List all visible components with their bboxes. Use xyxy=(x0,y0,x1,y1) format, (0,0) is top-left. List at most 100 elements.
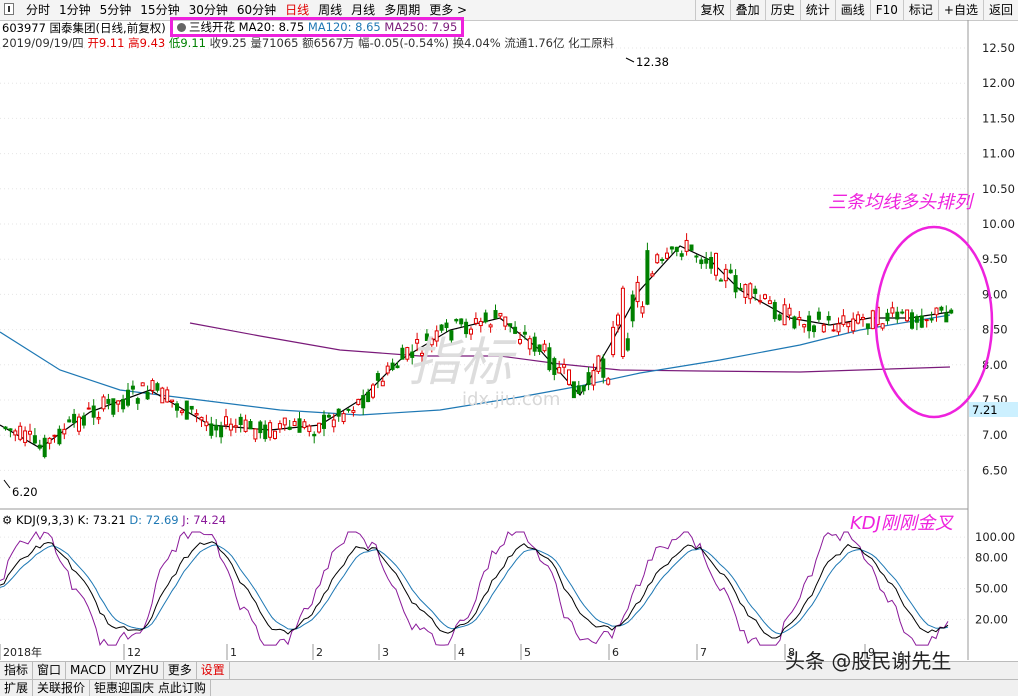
y-tick-label: 12.50 xyxy=(982,41,1015,55)
kdj-d-line xyxy=(0,544,949,635)
kdj-axis-label: 80.00 xyxy=(975,551,1008,565)
x-tick-label: 2018年 xyxy=(3,645,42,659)
candle-body xyxy=(488,324,493,328)
candle-body xyxy=(121,398,126,410)
candle-body xyxy=(714,252,718,276)
y-tick-label: 11.50 xyxy=(982,111,1015,125)
candle-body xyxy=(660,258,665,261)
candle-body xyxy=(439,324,444,331)
candle-body xyxy=(758,300,763,303)
tab-settings[interactable]: 设置 xyxy=(197,662,230,679)
candle-body xyxy=(380,380,385,387)
y-tick-label: 9.00 xyxy=(982,287,1008,301)
candle-body xyxy=(395,365,400,369)
candle-body xyxy=(273,430,277,439)
kdj-k-line xyxy=(0,541,949,639)
candle-body xyxy=(493,310,498,319)
candle-body xyxy=(86,407,91,410)
candle-body xyxy=(346,408,351,411)
candle-body xyxy=(748,283,753,300)
candle-body xyxy=(77,416,81,432)
candle-body xyxy=(155,383,160,391)
candle-body xyxy=(885,312,890,322)
candle-body xyxy=(179,410,184,414)
candle-body xyxy=(361,395,366,409)
candle-body xyxy=(674,246,679,252)
candle-body xyxy=(483,312,488,323)
candle-body xyxy=(165,389,170,403)
candle-body xyxy=(905,309,910,322)
x-tick-label: 6 xyxy=(612,646,619,659)
candle-body xyxy=(821,324,826,333)
highlight-ellipse xyxy=(874,225,994,419)
tab-more-indicators[interactable]: 更多 xyxy=(164,662,197,679)
x-tick-label: 2 xyxy=(316,646,323,659)
candle-body xyxy=(836,323,841,333)
current-price-label: 7.21 xyxy=(972,403,998,417)
candle-body xyxy=(816,311,821,320)
candle-body xyxy=(640,306,645,314)
candle-body xyxy=(126,389,130,406)
candle-body xyxy=(199,416,204,421)
candle-body xyxy=(532,336,537,352)
kdj-title: KDJ(9,3,3) xyxy=(15,513,74,527)
ma-annotation: 三条均线多头排列 xyxy=(828,192,975,213)
candle-body xyxy=(209,423,214,436)
y-tick-label: 6.50 xyxy=(982,463,1008,477)
candle-body xyxy=(557,367,562,374)
status-bar: 扩展 关联报价 钜惠迎国庆 点此订购 xyxy=(0,679,1018,696)
candle-body xyxy=(385,365,390,374)
candle-body xyxy=(547,347,552,371)
price-chart[interactable]: 12.50 12.00 11.50 11.00 10.50 10.00 9.50 9.00 8.… xyxy=(0,0,1018,660)
candle-body xyxy=(81,415,86,426)
candle-body xyxy=(175,403,179,411)
tab-indicator[interactable]: 指标 xyxy=(0,662,34,679)
candle-body xyxy=(292,420,297,427)
candle-body xyxy=(728,269,733,274)
candle-body xyxy=(503,316,508,327)
candle-body xyxy=(522,331,527,335)
tab-macd[interactable]: MACD xyxy=(66,662,112,679)
tab-extend[interactable]: 扩展 xyxy=(0,680,34,696)
candle-body xyxy=(910,312,914,329)
candle-body xyxy=(331,419,336,428)
kdj-j-line xyxy=(0,531,949,646)
candle-body xyxy=(268,422,273,438)
tab-myzhu[interactable]: MYZHU xyxy=(111,662,164,679)
candle-body xyxy=(738,287,743,291)
candle-body xyxy=(542,343,547,352)
candle-body xyxy=(135,398,140,404)
candle-body xyxy=(650,273,655,277)
candle-body xyxy=(37,444,42,449)
candle-body xyxy=(718,279,723,282)
kdj-j-value: J: 74.24 xyxy=(182,513,227,527)
kdj-annotation: KDJ刚刚金叉 xyxy=(850,513,954,534)
tab-related-quote[interactable]: 关联报价 xyxy=(33,680,91,696)
x-tick-label: 3 xyxy=(382,646,389,659)
candle-body xyxy=(797,316,802,321)
candle-body xyxy=(140,382,145,387)
candle-body xyxy=(689,244,694,251)
candle-body xyxy=(645,250,650,305)
x-tick-label: 7 xyxy=(700,646,707,659)
candle-body xyxy=(366,391,371,403)
candle-body xyxy=(356,398,361,405)
high-marker xyxy=(625,57,635,63)
tab-window[interactable]: 窗口 xyxy=(33,662,67,679)
x-tick-label: 5 xyxy=(524,646,531,659)
candle-body xyxy=(865,323,870,329)
candle-body xyxy=(841,315,846,325)
candle-body xyxy=(513,326,518,334)
candle-body xyxy=(170,399,175,403)
candle-body xyxy=(160,387,165,404)
y-tick-label: 10.50 xyxy=(982,182,1015,196)
promo-link[interactable]: 钜惠迎国庆 点此订购 xyxy=(90,680,211,696)
candle-body xyxy=(238,416,243,425)
candle-body xyxy=(326,414,331,418)
kdj-settings-icon[interactable]: ⚙ xyxy=(2,513,12,527)
candle-body xyxy=(929,318,934,321)
low-label: 6.20 xyxy=(12,485,38,499)
candle-body xyxy=(263,424,268,440)
candle-body xyxy=(571,381,576,399)
kdj-axis-label: 20.00 xyxy=(975,612,1008,626)
